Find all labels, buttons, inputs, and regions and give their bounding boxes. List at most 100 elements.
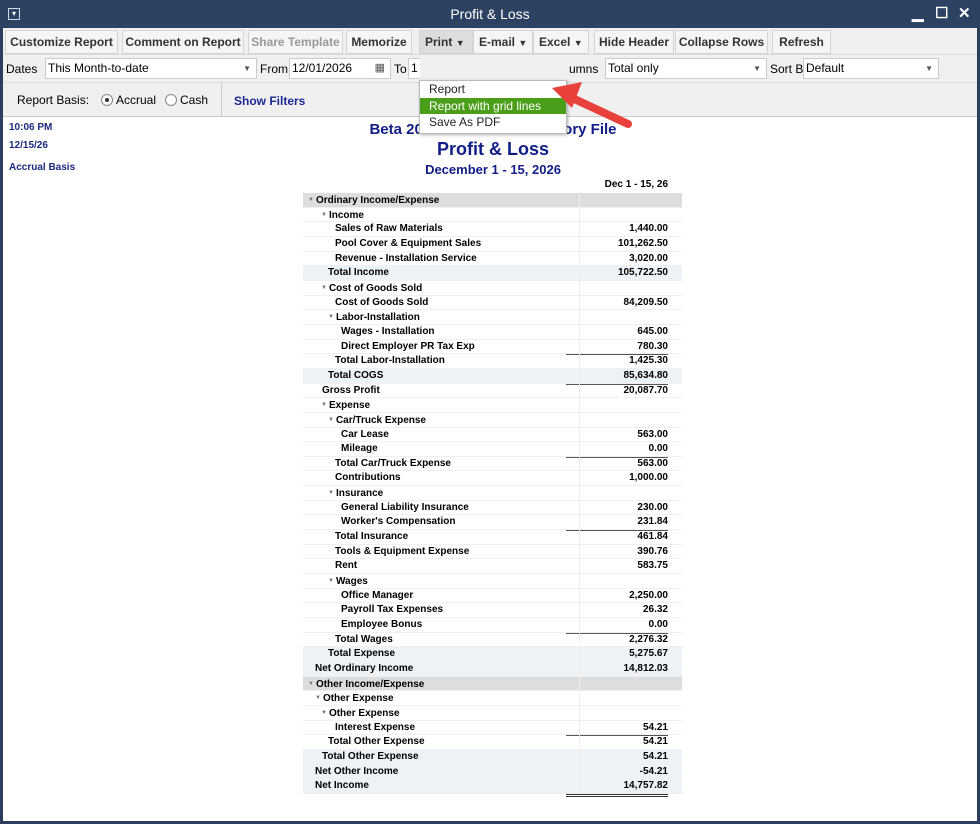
table-row[interactable]: Office Manager 2,250.00 — [303, 588, 682, 604]
row-value[interactable]: 230.00 — [566, 501, 668, 516]
table-row[interactable]: Total Insurance 461.84 — [303, 530, 682, 545]
collapse-triangle-icon[interactable]: ▼ — [321, 285, 327, 291]
collapse-triangle-icon[interactable]: ▼ — [308, 197, 314, 203]
table-row[interactable]: Mileage 0.00 — [303, 442, 682, 458]
table-row[interactable]: Total COGS 85,634.80 — [303, 368, 682, 385]
row-value[interactable]: 1,000.00 — [566, 471, 668, 486]
table-row[interactable]: ▼ Labor-Installation — [303, 310, 682, 325]
hide-header-button[interactable]: Hide Header — [594, 30, 674, 54]
collapse-triangle-icon[interactable]: ▼ — [321, 402, 327, 408]
table-row[interactable]: Total Labor-Installation 1,425.30 — [303, 354, 682, 370]
collapse-triangle-icon[interactable]: ▼ — [315, 695, 321, 701]
table-row[interactable]: ▼ Other Expense — [303, 705, 682, 721]
minimize-icon[interactable]: ▁ — [912, 0, 924, 28]
table-row[interactable]: ▼ Income — [303, 207, 682, 223]
row-value[interactable]: 1,425.30 — [566, 354, 668, 370]
row-value[interactable]: 390.76 — [566, 545, 668, 560]
sort-select[interactable]: Default ▼ — [803, 58, 939, 79]
table-row[interactable]: ▼ Car/Truck Expense — [303, 412, 682, 428]
email-button[interactable]: E-mail ▼ — [473, 30, 533, 54]
table-row[interactable]: Interest Expense 54.21 — [303, 720, 682, 737]
row-value[interactable]: 461.84 — [566, 530, 668, 545]
row-value[interactable]: 85,634.80 — [566, 369, 668, 385]
collapse-triangle-icon[interactable]: ▼ — [321, 710, 327, 716]
collapse-triangle-icon[interactable]: ▼ — [321, 212, 327, 218]
table-row[interactable]: ▼ Ordinary Income/Expense — [303, 193, 682, 208]
menu-item-report[interactable]: Report — [420, 81, 566, 98]
table-row[interactable]: Gross Profit 20,087.70 — [303, 383, 682, 399]
table-row[interactable]: Wages - Installation 645.00 — [303, 324, 682, 340]
table-row[interactable]: ▼ Cost of Goods Sold — [303, 280, 682, 296]
row-value[interactable]: 26.32 — [566, 603, 668, 618]
table-row[interactable]: Sales of Raw Materials 1,440.00 — [303, 222, 682, 237]
print-button[interactable]: Print ▼ — [419, 30, 473, 54]
customize-report-button[interactable]: Customize Report — [5, 30, 118, 54]
menu-item-report-with-grid-lines[interactable]: Report with grid lines — [420, 97, 566, 114]
table-row[interactable]: ▼ Wages — [303, 574, 682, 589]
collapse-triangle-icon[interactable]: ▼ — [328, 578, 334, 584]
row-value[interactable]: 105,722.50 — [566, 266, 668, 281]
table-row[interactable]: ▼ Other Income/Expense — [303, 676, 682, 692]
comment-on-report-button[interactable]: Comment on Report — [122, 30, 244, 54]
row-value[interactable]: 54.21 — [566, 750, 668, 766]
row-value[interactable]: 54.21 — [566, 721, 668, 737]
table-row[interactable]: Cost of Goods Sold 84,209.50 — [303, 295, 682, 311]
share-template-button[interactable]: Share Template — [248, 30, 343, 54]
table-row[interactable]: ▼ Expense — [303, 398, 682, 413]
row-value[interactable]: 2,250.00 — [566, 589, 668, 604]
row-value[interactable]: 54.21 — [566, 735, 668, 751]
table-row[interactable]: Total Other Expense 54.21 — [303, 735, 682, 751]
calendar-icon[interactable]: ▦ — [375, 59, 385, 78]
table-row[interactable]: Direct Employer PR Tax Exp 780.30 — [303, 339, 682, 356]
column-header[interactable]: Dec 1 - 15, 26 — [303, 179, 682, 193]
close-icon[interactable]: ✕ — [958, 0, 971, 28]
collapse-rows-button[interactable]: Collapse Rows — [675, 30, 768, 54]
row-value[interactable]: 0.00 — [566, 618, 668, 634]
memorize-button[interactable]: Memorize — [346, 30, 412, 54]
row-value[interactable]: 2,276.32 — [566, 633, 668, 649]
row-value[interactable]: 780.30 — [566, 340, 668, 356]
table-row[interactable]: ▼ Insurance — [303, 486, 682, 501]
row-value[interactable]: 14,812.03 — [566, 662, 669, 677]
collapse-triangle-icon[interactable]: ▼ — [308, 681, 314, 687]
row-value[interactable]: -54.21 — [566, 765, 668, 781]
collapse-triangle-icon[interactable]: ▼ — [328, 314, 334, 320]
row-value[interactable]: 3,020.00 — [566, 252, 668, 268]
dates-select[interactable]: This Month-to-date ▼ — [45, 58, 257, 79]
maximize-icon[interactable]: ☐ — [935, 0, 948, 28]
table-row[interactable]: Worker's Compensation 231.84 — [303, 515, 682, 532]
table-row[interactable]: Car Lease 563.00 — [303, 427, 682, 443]
menu-item-save-as-pdf[interactable]: Save As PDF — [420, 114, 566, 131]
table-row[interactable]: Total Other Expense 54.21 — [303, 749, 682, 766]
table-row[interactable]: Net Ordinary Income 14,812.03 — [303, 662, 682, 677]
row-value[interactable]: 563.00 — [566, 457, 668, 472]
cash-radio[interactable]: Cash — [165, 90, 208, 110]
system-menu-icon[interactable]: ▾ — [8, 8, 20, 20]
table-row[interactable]: Total Expense 5,275.67 — [303, 647, 682, 664]
collapse-triangle-icon[interactable]: ▼ — [328, 490, 334, 496]
excel-button[interactable]: Excel ▼ — [533, 30, 589, 54]
row-value[interactable]: 20,087.70 — [566, 384, 669, 399]
table-row[interactable]: Net Other Income -54.21 — [303, 764, 682, 781]
row-value[interactable]: 84,209.50 — [566, 296, 669, 311]
table-row[interactable]: Employee Bonus 0.00 — [303, 618, 682, 634]
table-row[interactable]: Rent 583.75 — [303, 559, 682, 575]
row-value[interactable]: 563.00 — [566, 428, 668, 443]
table-row[interactable]: General Liability Insurance 230.00 — [303, 500, 682, 516]
accrual-radio[interactable]: Accrual — [101, 90, 156, 110]
show-filters-link[interactable]: Show Filters — [234, 91, 305, 111]
table-row[interactable]: Net Income 14,757.82 — [303, 779, 682, 797]
row-value[interactable]: 1,440.00 — [566, 222, 668, 237]
table-row[interactable]: Total Car/Truck Expense 563.00 — [303, 456, 682, 472]
to-date-input[interactable]: 1 — [408, 58, 420, 79]
table-row[interactable]: Tools & Equipment Expense 390.76 — [303, 544, 682, 560]
table-row[interactable]: ▼ Other Expense — [303, 691, 682, 706]
row-value[interactable]: 645.00 — [566, 325, 668, 340]
table-row[interactable]: Total Income 105,722.50 — [303, 266, 682, 281]
table-row[interactable]: Total Wages 2,276.32 — [303, 632, 682, 649]
table-row[interactable]: Contributions 1,000.00 — [303, 471, 682, 487]
collapse-triangle-icon[interactable]: ▼ — [328, 417, 334, 423]
refresh-button[interactable]: Refresh — [772, 30, 831, 54]
row-value[interactable]: 231.84 — [566, 515, 668, 532]
row-value[interactable]: 0.00 — [566, 442, 668, 458]
